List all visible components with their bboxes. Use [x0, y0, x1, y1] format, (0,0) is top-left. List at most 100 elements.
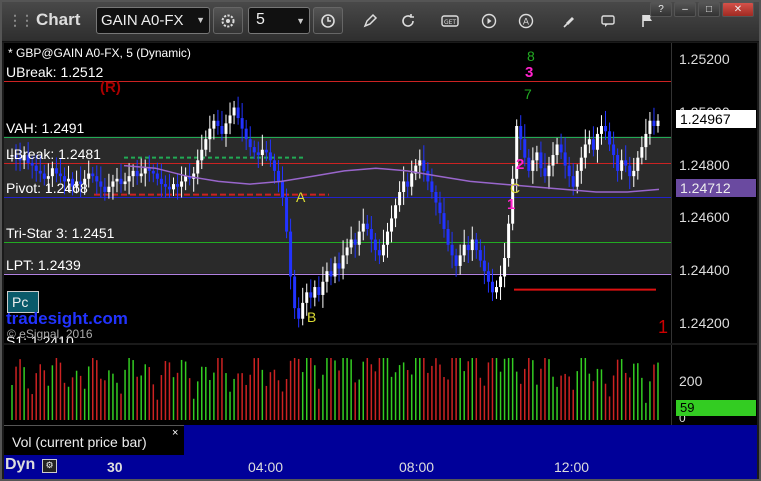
candle-body [490, 281, 494, 293]
alert-button[interactable]: A [514, 9, 538, 33]
alert-icon: A [518, 13, 534, 29]
candle-body [285, 197, 289, 232]
candle-body [612, 144, 616, 156]
candle-body [248, 139, 252, 148]
candle-body [337, 263, 341, 269]
last-price-tag: 1.24967 [676, 110, 756, 128]
candle-body [527, 157, 531, 171]
candle-body [567, 165, 571, 177]
red-count-1: 1 [658, 317, 669, 337]
candle-body [87, 173, 91, 179]
minimize-button[interactable]: – [674, 2, 696, 17]
candle-body [135, 170, 139, 177]
candle-body [264, 149, 268, 153]
volume-axis: 200 0 59 [671, 345, 757, 425]
candle-body [167, 186, 171, 190]
candle-body [519, 126, 523, 140]
setup-count-8: 8 [527, 48, 535, 64]
candle-body [163, 184, 167, 187]
interval-select[interactable]: 5 ▼ [248, 7, 310, 34]
volume-chart[interactable] [4, 345, 671, 425]
toolbar: ⋮⋮ Chart GAIN A0-FX ▼ 5 ▼ GET A ? – □ ✕ [0, 0, 761, 42]
level-label: Pivot: 1.2468 [6, 180, 88, 196]
dynamic-label: Dyn [5, 456, 36, 473]
app-title-text: Chart [36, 10, 81, 29]
candle-body [111, 181, 115, 187]
price-axis[interactable]: 1.252001.250001.248001.246001.244001.242… [671, 43, 757, 343]
candle-body [345, 247, 349, 256]
candle-body [394, 205, 398, 219]
volume-study-label[interactable]: Vol (current price bar) × [4, 425, 184, 455]
draw-button[interactable] [358, 9, 382, 33]
app-title: ⋮⋮ Chart [8, 10, 80, 30]
candle-body [38, 170, 42, 174]
help-button[interactable]: ? [650, 2, 672, 17]
candle-body [644, 133, 648, 148]
wave-label-b: B [307, 309, 317, 325]
sequence-count-2: 2 [516, 156, 525, 173]
candle-body [454, 255, 458, 266]
candle-body [555, 144, 559, 156]
refresh-button[interactable] [396, 9, 420, 33]
volume-label-text: Vol (current price bar) [12, 434, 147, 450]
dynamic-settings-icon[interactable]: ⚙ [42, 459, 57, 473]
gear-icon [221, 14, 235, 27]
level-label: UBreak: 1.2512 [6, 64, 104, 80]
candle-body [329, 271, 333, 277]
copyright: © eSignal, 2016 [7, 327, 93, 341]
candle-body [628, 165, 632, 177]
candle-body [470, 239, 474, 251]
time-axis[interactable]: Dyn ⚙ 30 04:00 08:00 12:00 [4, 455, 757, 479]
candle-body [458, 255, 462, 266]
candle-body [240, 118, 244, 129]
candle-body [579, 157, 583, 171]
candle-body [107, 186, 111, 192]
close-button[interactable]: ✕ [722, 2, 754, 17]
grip-icon[interactable]: ⋮⋮ [8, 12, 34, 29]
price-tick: 1.24400 [679, 262, 730, 279]
price-chart[interactable]: * GBP@GAIN A0-FX, 5 (Dynamic) (R) A B C … [4, 43, 671, 343]
chat-icon [601, 15, 615, 27]
candle-body [632, 170, 636, 177]
candle-body [365, 223, 369, 229]
candle-body [353, 239, 357, 245]
maximize-button[interactable]: □ [698, 2, 720, 17]
candle-body [640, 147, 644, 158]
candle-body [547, 165, 551, 177]
candle-body [587, 139, 591, 145]
candle-body [616, 155, 620, 171]
time-label-30: 30 [107, 459, 123, 475]
link-button[interactable] [558, 9, 582, 33]
symbol-select[interactable]: GAIN A0-FX ▼ [96, 7, 210, 34]
candle-body [293, 276, 297, 309]
price-tick: 1.24800 [679, 156, 730, 173]
close-icon[interactable]: × [172, 427, 178, 439]
candle-body [103, 186, 107, 192]
get-button[interactable]: GET [438, 9, 462, 33]
candle-body [119, 178, 123, 185]
candle-body [180, 181, 184, 187]
candle-body [276, 170, 280, 182]
setup-count-7: 7 [524, 86, 532, 102]
candle-body [474, 239, 478, 251]
play-button[interactable] [477, 9, 501, 33]
candle-body [571, 176, 575, 187]
candle-body [260, 149, 264, 156]
candle-body [95, 176, 99, 182]
svg-text:A: A [523, 18, 530, 28]
time-button[interactable] [313, 7, 343, 34]
candle-body [349, 239, 353, 248]
candle-body [216, 120, 220, 126]
candle-body [99, 181, 103, 187]
candle-body [204, 139, 208, 150]
candle-body [224, 123, 228, 134]
candle-body [325, 271, 329, 282]
chevron-down-icon: ▼ [196, 15, 205, 25]
candle-body [369, 228, 373, 240]
candle-body [34, 165, 38, 171]
candle-body [599, 126, 603, 134]
settings-button[interactable] [213, 7, 243, 34]
candle-body [486, 271, 490, 282]
chat-button[interactable] [596, 9, 620, 33]
candle-body [591, 139, 595, 150]
